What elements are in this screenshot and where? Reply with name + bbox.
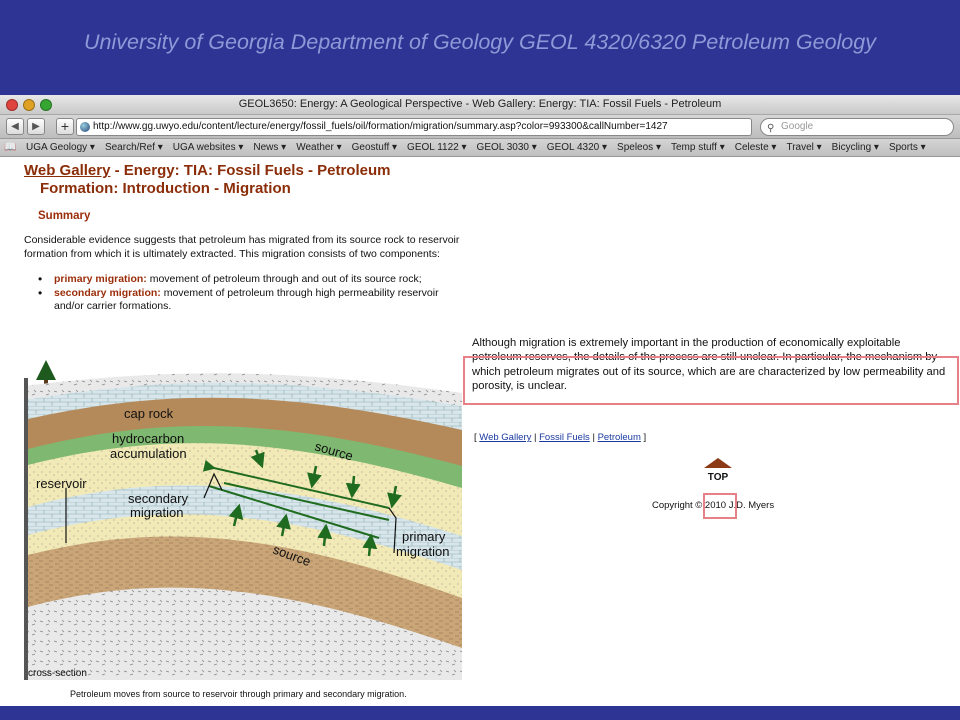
title-bar: GEOL3650: Energy: A Geological Perspecti… <box>0 95 960 115</box>
bookmark-folder[interactable]: UGA websites ▾ <box>173 142 244 153</box>
highlight-box <box>463 356 959 405</box>
bookmark-folder[interactable]: News ▾ <box>253 142 286 153</box>
migration-cross-section-diagram: cap rock hydrocarbon accumulation source… <box>24 358 462 680</box>
page-title: Web Gallery - Energy: TIA: Fossil Fuels … <box>24 162 390 180</box>
label-secondary: secondary <box>128 491 188 506</box>
browser-toolbar: ◀ ▶ + http://www.gg.uwyo.edu/content/lec… <box>0 115 960 139</box>
globe-icon <box>80 122 90 132</box>
page-subtitle: Formation: Introduction - Migration <box>40 180 291 197</box>
page-title-rest: - Energy: TIA: Fossil Fuels - Petroleum <box>110 162 391 179</box>
top-arrow-icon[interactable]: TOP <box>702 458 734 482</box>
browser-window: GEOL3650: Energy: A Geological Perspecti… <box>0 95 960 706</box>
bookmark-folder[interactable]: Search/Ref ▾ <box>105 142 163 153</box>
web-gallery-link[interactable]: Web Gallery <box>24 162 110 179</box>
label-cross-section: cross-section <box>28 668 87 679</box>
bookmark-folder[interactable]: Sports ▾ <box>889 142 926 153</box>
label-reservoir: reservoir <box>36 476 87 491</box>
figure-caption: Petroleum moves from source to reservoir… <box>70 689 407 699</box>
separator: | <box>589 432 598 443</box>
bookmark-folder[interactable]: Temp stuff ▾ <box>671 142 725 153</box>
top-label: TOP <box>708 472 729 482</box>
fossil-fuels-link[interactable]: Fossil Fuels <box>539 432 590 443</box>
window-title: GEOL3650: Energy: A Geological Perspecti… <box>238 98 722 110</box>
list-item: secondary migration: movement of petrole… <box>38 287 468 314</box>
bookmark-folder[interactable]: Travel ▾ <box>786 142 821 153</box>
label-secondary-migration: migration <box>130 505 183 520</box>
list-item: primary migration: movement of petroleum… <box>38 273 468 287</box>
add-bookmark-button[interactable]: + <box>56 118 74 135</box>
bookmark-folder[interactable]: UGA Geology ▾ <box>26 142 95 153</box>
label-primary-migration: migration <box>396 544 449 559</box>
bookmarks-bar: 📖 UGA Geology ▾ Search/Ref ▾ UGA website… <box>0 139 960 157</box>
bookmark-folder[interactable]: Bicycling ▾ <box>832 142 879 153</box>
label-primary: primary <box>402 529 446 544</box>
bookmark-folder[interactable]: Speleos ▾ <box>617 142 661 153</box>
summary-heading: Summary <box>38 210 91 222</box>
search-input[interactable]: ⚲ Google <box>760 118 954 136</box>
label-cap-rock: cap rock <box>124 406 174 421</box>
secondary-migration-term: secondary migration: <box>54 286 161 299</box>
intro-paragraph: Considerable evidence suggests that petr… <box>24 234 460 260</box>
label-accumulation: accumulation <box>110 446 187 461</box>
label-hydrocarbon: hydrocarbon <box>112 431 184 446</box>
year-highlight-box <box>703 493 737 519</box>
forward-button[interactable]: ▶ <box>27 118 45 135</box>
bookmark-folder[interactable]: GEOL 1122 ▾ <box>407 142 467 153</box>
primary-migration-text: movement of petroleum through and out of… <box>146 273 422 285</box>
petroleum-link[interactable]: Petroleum <box>598 432 641 443</box>
bookmark-folder[interactable]: Weather ▾ <box>296 142 341 153</box>
web-gallery-nav-link[interactable]: Web Gallery <box>479 432 531 443</box>
back-button[interactable]: ◀ <box>6 118 24 135</box>
bookmark-folder[interactable]: GEOL 3030 ▾ <box>477 142 537 153</box>
separator: | <box>531 432 540 443</box>
migration-list: primary migration: movement of petroleum… <box>38 273 468 314</box>
primary-migration-term: primary migration: <box>54 273 147 285</box>
page-content: Web Gallery - Energy: TIA: Fossil Fuels … <box>0 158 960 706</box>
address-bar[interactable]: http://www.gg.uwyo.edu/content/lecture/e… <box>76 118 752 136</box>
search-placeholder: Google <box>781 121 814 132</box>
search-icon: ⚲ <box>767 123 775 134</box>
bookmarks-book-icon[interactable]: 📖 <box>4 142 18 153</box>
breadcrumb: [ Web Gallery | Fossil Fuels | Petroleum… <box>474 432 646 443</box>
url-text: http://www.gg.uwyo.edu/content/lecture/e… <box>93 121 668 132</box>
slide-title: University of Georgia Department of Geol… <box>84 30 876 54</box>
bookmark-folder[interactable]: Geostuff ▾ <box>352 142 397 153</box>
bracket-close: ] <box>640 432 647 443</box>
bookmark-folder[interactable]: Celeste ▾ <box>735 142 777 153</box>
bookmark-folder[interactable]: GEOL 4320 ▾ <box>547 142 607 153</box>
